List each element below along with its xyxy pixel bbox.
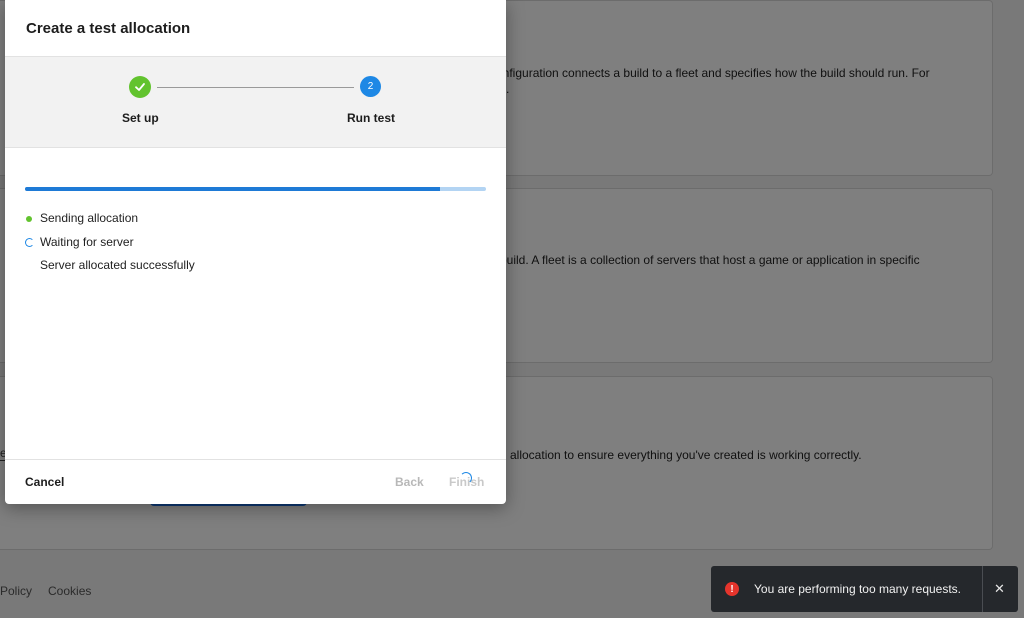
green-dot-icon <box>26 216 32 222</box>
step-run-test-label: Run test <box>347 111 395 125</box>
step-run-test-number: 2 <box>360 76 381 97</box>
status-text: Sending allocation <box>40 211 139 225</box>
back-button[interactable]: Back <box>395 475 424 489</box>
dialog-header: Create a test allocation <box>5 0 506 57</box>
status-item-allocated: Server allocated successfully <box>25 258 195 282</box>
dialog-title: Create a test allocation <box>26 20 191 37</box>
toast-message: You are performing too many requests. <box>754 582 962 596</box>
stepper-connector <box>157 87 354 88</box>
cancel-button[interactable]: Cancel <box>25 475 64 489</box>
step-setup-label: Set up <box>122 111 159 125</box>
status-text: Waiting for server <box>40 234 134 249</box>
error-icon: ! <box>725 582 739 596</box>
status-item-waiting: Waiting for server <box>25 235 195 259</box>
close-icon[interactable]: ✕ <box>994 581 1005 597</box>
error-toast: ! You are performing too many requests. … <box>711 566 1018 612</box>
dialog-footer: Cancel Back Finish <box>5 459 506 504</box>
status-item-sending: Sending allocation <box>25 211 195 235</box>
finish-spinner-icon <box>460 472 472 484</box>
test-allocation-dialog: Create a test allocation 2 Set up Run te… <box>5 0 506 504</box>
stepper <box>5 57 506 148</box>
toast-divider <box>982 566 983 612</box>
check-icon <box>135 83 145 91</box>
status-text: Server allocated successfully <box>40 258 195 272</box>
step-setup-complete-icon <box>129 76 151 98</box>
progress-bar-fill <box>25 187 440 191</box>
status-list: Sending allocation Waiting for server Se… <box>25 211 195 282</box>
allocation-progress-bar <box>25 187 486 191</box>
spinner-icon <box>25 237 34 247</box>
